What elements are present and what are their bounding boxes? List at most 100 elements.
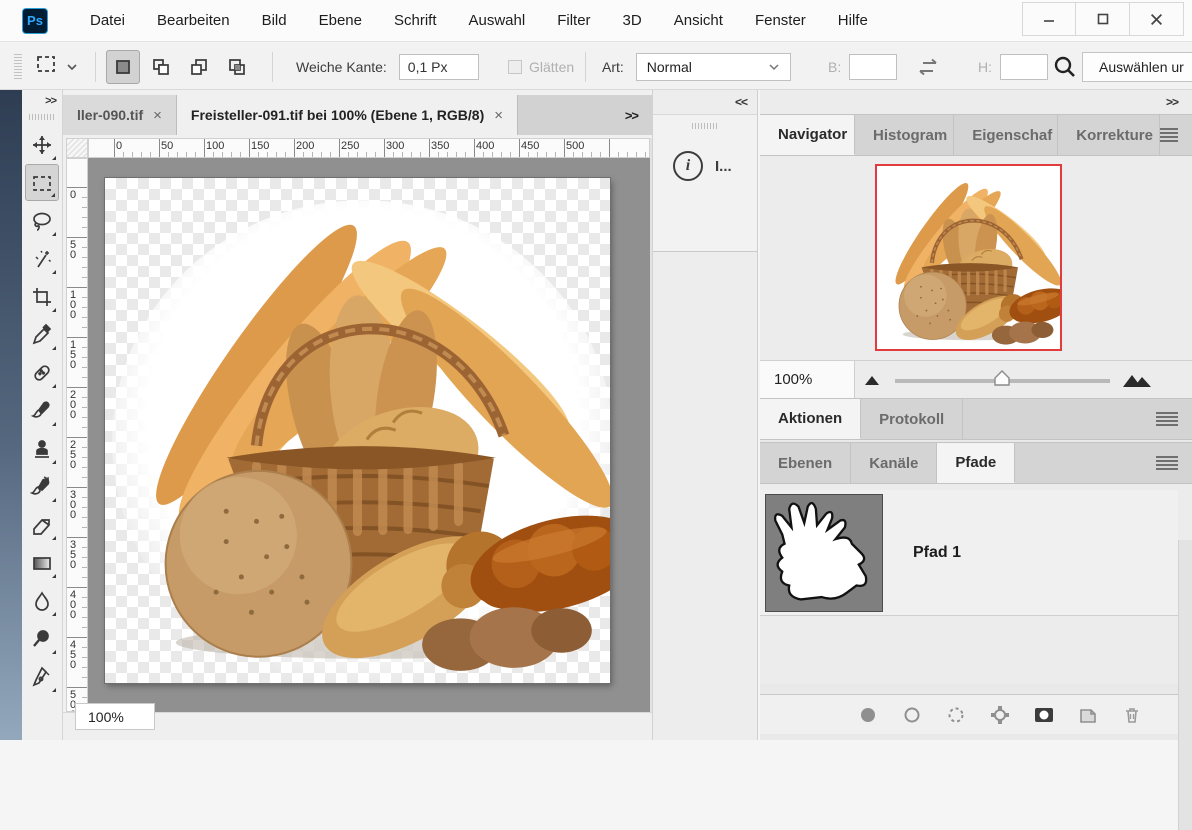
swap-dimensions-icon[interactable]: [916, 57, 940, 77]
menu-ansicht[interactable]: Ansicht: [660, 6, 737, 35]
options-grip[interactable]: [14, 54, 22, 80]
style-select[interactable]: Normal: [636, 53, 791, 81]
menu-bearbeiten[interactable]: Bearbeiten: [143, 6, 244, 35]
pen-tool-button[interactable]: [25, 658, 59, 695]
document-tab-1[interactable]: Freisteller-091.tif bei 100% (Ebene 1, R…: [177, 95, 518, 135]
panel-grip[interactable]: [692, 123, 718, 129]
document-tab-label: ller-090.tif: [77, 107, 143, 123]
menu-filter[interactable]: Filter: [543, 6, 604, 35]
panel-menu-icon[interactable]: [1156, 456, 1178, 470]
close-button[interactable]: [1130, 2, 1184, 36]
options-bar: Weiche Kante: Glätten Art: Normal B: H: …: [0, 43, 1192, 90]
panel-tab-aktionen[interactable]: Aktionen: [760, 399, 861, 439]
panel-tab-protokoll[interactable]: Protokoll: [861, 399, 963, 439]
panel-tab-ebenen[interactable]: Ebenen: [760, 443, 851, 483]
feather-label: Weiche Kante:: [296, 59, 387, 75]
subtract-from-selection-button[interactable]: [182, 50, 216, 84]
navigator-proxy-view[interactable]: [875, 164, 1062, 351]
intersect-selection-button[interactable]: [220, 50, 254, 84]
search-icon[interactable]: [1052, 54, 1078, 80]
document-tab-0[interactable]: ller-090.tif ×: [63, 95, 177, 135]
path-from-selection-button[interactable]: [990, 705, 1010, 725]
stroke-path-icon: [902, 705, 922, 725]
maximize-button[interactable]: [1076, 2, 1130, 36]
healing-tool-button[interactable]: [25, 354, 59, 391]
zoom-out-icon[interactable]: [864, 374, 880, 386]
path-name[interactable]: Pfad 1: [913, 544, 961, 562]
blur-tool-button[interactable]: [25, 582, 59, 619]
zoom-in-icon[interactable]: [1122, 371, 1152, 388]
stamp-tool-button[interactable]: [25, 430, 59, 467]
canvas[interactable]: [105, 178, 610, 683]
path-thumbnail[interactable]: [765, 494, 883, 612]
wand-tool-button[interactable]: [25, 240, 59, 277]
tab-close-icon[interactable]: ×: [153, 107, 162, 124]
ruler-tick-label: 400: [476, 140, 494, 152]
actions-tab-row: AktionenProtokoll: [760, 398, 1192, 440]
move-tool-button[interactable]: [25, 126, 59, 163]
navigator-zoom-field[interactable]: 100%: [760, 361, 855, 398]
zoom-level-field[interactable]: 100%: [75, 703, 155, 730]
eraser-tool-button[interactable]: [25, 506, 59, 543]
add-mask-button[interactable]: [1034, 705, 1054, 725]
select-and-mask-button[interactable]: Auswählen ur: [1082, 52, 1192, 82]
menu-fenster[interactable]: Fenster: [741, 6, 820, 35]
fill-path-icon: [858, 705, 878, 725]
delete-path-button[interactable]: [1122, 705, 1142, 725]
tab-overflow-button[interactable]: >>: [611, 95, 652, 135]
ruler-tick-label: 200: [70, 390, 76, 420]
add-to-selection-button[interactable]: [144, 50, 178, 84]
tool-preset-marquee-icon[interactable]: [34, 52, 58, 81]
dodge-tool-button[interactable]: [25, 620, 59, 657]
path-list-item[interactable]: Pfad 1: [760, 490, 1178, 616]
expand-panels-button[interactable]: >>: [760, 90, 1192, 114]
menu-bild[interactable]: Bild: [248, 6, 301, 35]
brush-tool-button[interactable]: [25, 392, 59, 429]
ruler-tick-label: 100: [70, 290, 76, 320]
chevron-down-icon[interactable]: [66, 63, 78, 71]
panel-scrollbar[interactable]: [1178, 540, 1192, 830]
crop-tool-button[interactable]: [25, 278, 59, 315]
menu-auswahl[interactable]: Auswahl: [455, 6, 540, 35]
load-selection-button[interactable]: [946, 705, 966, 725]
stroke-path-button[interactable]: [902, 705, 922, 725]
tools-grip[interactable]: [29, 114, 55, 120]
panel-tab-histogram[interactable]: Histogram: [855, 115, 954, 155]
menu-datei[interactable]: Datei: [76, 6, 139, 35]
fill-path-button[interactable]: [858, 705, 878, 725]
eyedropper-tool-button[interactable]: [25, 316, 59, 353]
menu-schrift[interactable]: Schrift: [380, 6, 451, 35]
zoom-slider-thumb[interactable]: [992, 369, 1012, 389]
width-input[interactable]: [849, 54, 897, 80]
collapse-panels-button[interactable]: <<: [653, 90, 757, 114]
menu-ebene[interactable]: Ebene: [305, 6, 376, 35]
tools-expand-button[interactable]: >>: [22, 90, 62, 112]
panel-tab-navigator[interactable]: Navigator: [760, 115, 855, 155]
antialias-checkbox[interactable]: [508, 60, 522, 74]
document-tab-bar: ller-090.tif×Freisteller-091.tif bei 100…: [63, 95, 652, 135]
ruler-corner[interactable]: [66, 138, 88, 158]
marquee-tool-button[interactable]: [25, 164, 59, 201]
minimize-button[interactable]: [1022, 2, 1076, 36]
history-tool-button[interactable]: [25, 468, 59, 505]
panel-menu-icon[interactable]: [1156, 412, 1178, 426]
info-panel-button[interactable]: i I...: [653, 135, 757, 181]
tab-close-icon[interactable]: ×: [494, 107, 503, 124]
panel-tab-kanäle[interactable]: Kanäle: [851, 443, 937, 483]
panel-menu-icon[interactable]: [1160, 128, 1178, 142]
ruler-tick-label: 250: [341, 140, 359, 152]
pasteboard[interactable]: [88, 158, 650, 712]
gradient-tool-button[interactable]: [25, 544, 59, 581]
new-path-button[interactable]: [1078, 705, 1098, 725]
feather-input[interactable]: [399, 54, 479, 80]
new-selection-button[interactable]: [106, 50, 140, 84]
lasso-tool-button[interactable]: [25, 202, 59, 239]
panel-tab-eigenschaf[interactable]: Eigenschaf: [954, 115, 1058, 155]
menu-hilfe[interactable]: Hilfe: [824, 6, 882, 35]
horizontal-ruler[interactable]: 050100150200250300350400450500: [88, 138, 650, 158]
menu-3d[interactable]: 3D: [609, 6, 656, 35]
panel-tab-pfade[interactable]: Pfade: [937, 443, 1015, 483]
vertical-ruler[interactable]: 050100150200250300350400450500: [66, 158, 88, 712]
panel-tab-korrekture[interactable]: Korrekture: [1058, 115, 1159, 155]
height-input[interactable]: [1000, 54, 1048, 80]
